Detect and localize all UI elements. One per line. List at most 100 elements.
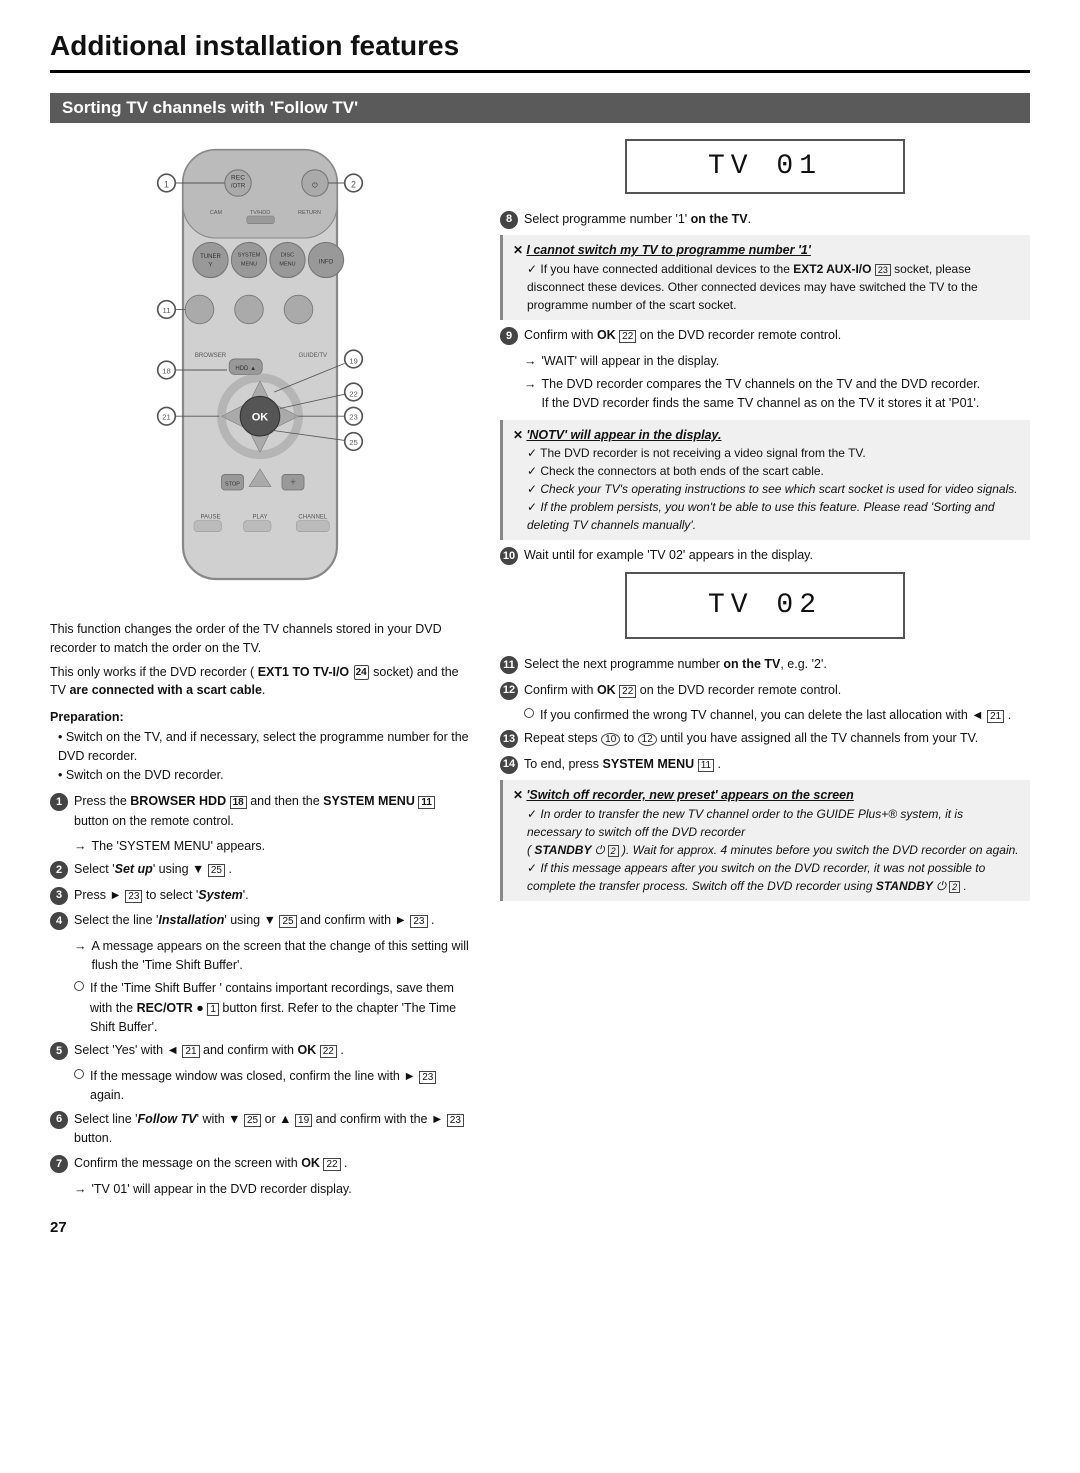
svg-text:STOP: STOP — [225, 481, 240, 487]
svg-text:DISC: DISC — [281, 253, 294, 259]
step-10: 10 Wait until for example 'TV 02' appear… — [500, 546, 1030, 565]
step-5: 5 Select 'Yes' with ◄ 21 and confirm wit… — [50, 1041, 470, 1060]
step-4: 4 Select the line 'Installation' using ▼… — [50, 911, 470, 930]
step-10-content: Wait until for example 'TV 02' appears i… — [524, 546, 1030, 565]
step-num-10: 10 — [500, 547, 518, 565]
step-num-6: 6 — [50, 1111, 68, 1129]
step-8-content: Select programme number '1' on the TV. — [524, 210, 1030, 229]
step-num-7: 7 — [50, 1155, 68, 1173]
svg-text:PLAY: PLAY — [252, 515, 267, 521]
prep-item-2: Switch on the DVD recorder. — [58, 766, 470, 785]
svg-text:2: 2 — [351, 179, 356, 189]
step-12-circle: If you confirmed the wrong TV channel, y… — [500, 706, 1030, 725]
svg-text:TV/HDD: TV/HDD — [250, 210, 271, 216]
svg-text:TUNER: TUNER — [200, 254, 221, 260]
step-5-content: Select 'Yes' with ◄ 21 and confirm with … — [74, 1041, 470, 1060]
step-7-content: Confirm the message on the screen with O… — [74, 1154, 470, 1173]
svg-text:OK: OK — [252, 412, 269, 424]
step-8: 8 Select programme number '1' on the TV. — [500, 210, 1030, 229]
step-11: 11 Select the next programme number on t… — [500, 655, 1030, 674]
step-num-9: 9 — [500, 327, 518, 345]
svg-text:SYSTEM: SYSTEM — [238, 253, 261, 259]
step-5-circle: If the message window was closed, confir… — [50, 1067, 470, 1106]
step-1-content: Press the BROWSER HDD 18 and then the SY… — [74, 792, 470, 831]
step-7: 7 Confirm the message on the screen with… — [50, 1154, 470, 1173]
svg-text:25: 25 — [349, 438, 358, 447]
svg-text:21: 21 — [162, 413, 171, 422]
svg-text:22: 22 — [349, 389, 358, 398]
step-num-8: 8 — [500, 211, 518, 229]
step-13: 13 Repeat steps 10 to 12 until you have … — [500, 729, 1030, 748]
display-tv02: TV 02 — [625, 572, 905, 639]
step-13-content: Repeat steps 10 to 12 until you have ass… — [524, 729, 1030, 748]
step-14: 14 To end, press SYSTEM MENU 11 . — [500, 755, 1030, 774]
step-8-note: ✕ I cannot switch my TV to programme num… — [500, 235, 1030, 320]
step-12: 12 Confirm with OK 22 on the DVD recorde… — [500, 681, 1030, 700]
remote-svg: REC /OTR ⏻ CAM TV/HDD RETURN TUNER Y SYS… — [150, 139, 370, 601]
svg-text:GUIDE/TV: GUIDE/TV — [299, 353, 328, 359]
step-12-content: Confirm with OK 22 on the DVD recorder r… — [524, 681, 1030, 700]
final-note: ✕ 'Switch off recorder, new preset' appe… — [500, 780, 1030, 901]
step-11-content: Select the next programme number on the … — [524, 655, 1030, 674]
step-num-2: 2 — [50, 861, 68, 879]
step-14-content: To end, press SYSTEM MENU 11 . — [524, 755, 1030, 774]
prep-heading: Preparation: — [50, 710, 470, 724]
step-num-1: 1 — [50, 793, 68, 811]
page-number: 27 — [50, 1219, 470, 1236]
left-steps: 1 Press the BROWSER HDD 18 and then the … — [50, 792, 470, 1199]
svg-text:Y: Y — [208, 262, 213, 269]
svg-text:23: 23 — [349, 413, 358, 422]
svg-text:CAM: CAM — [210, 210, 223, 216]
svg-text:+: + — [290, 478, 296, 489]
step-num-5: 5 — [50, 1042, 68, 1060]
right-steps: 8 Select programme number '1' on the TV.… — [500, 210, 1030, 901]
step-7-arrow: → 'TV 01' will appear in the DVD recorde… — [50, 1180, 470, 1199]
prep-item-1: Switch on the TV, and if necessary, sele… — [58, 728, 470, 766]
step-num-3: 3 — [50, 887, 68, 905]
remote-control-image: REC /OTR ⏻ CAM TV/HDD RETURN TUNER Y SYS… — [50, 139, 470, 604]
step-6: 6 Select line 'Follow TV' with ▼ 25 or ▲… — [50, 1110, 470, 1149]
step-4-arrow: → A message appears on the screen that t… — [50, 937, 470, 976]
step-1-arrow: → The 'SYSTEM MENU' appears. — [50, 837, 470, 856]
step-3-content: Press ► 23 to select 'System'. — [74, 886, 470, 905]
right-column: TV 01 8 Select programme number '1' on t… — [500, 139, 1030, 1236]
svg-text:1: 1 — [164, 179, 169, 189]
step-9-content: Confirm with OK 22 on the DVD recorder r… — [524, 326, 1030, 345]
svg-text:REC: REC — [231, 175, 245, 182]
step-1: 1 Press the BROWSER HDD 18 and then the … — [50, 792, 470, 831]
page-title: Additional installation features — [50, 30, 1030, 73]
svg-text:HDD ▲: HDD ▲ — [235, 366, 256, 372]
step-9: 9 Confirm with OK 22 on the DVD recorder… — [500, 326, 1030, 345]
svg-text:/OTR: /OTR — [231, 183, 246, 189]
step-3: 3 Press ► 23 to select 'System'. — [50, 886, 470, 905]
step-num-12: 12 — [500, 682, 518, 700]
step-2-content: Select 'Set up' using ▼ 25 . — [74, 860, 470, 879]
svg-text:PAUSE: PAUSE — [200, 515, 220, 521]
step-9-note: ✕ 'NOTV' will appear in the display. The… — [500, 420, 1030, 541]
step-num-14: 14 — [500, 756, 518, 774]
svg-text:18: 18 — [162, 366, 171, 375]
left-column: REC /OTR ⏻ CAM TV/HDD RETURN TUNER Y SYS… — [50, 139, 470, 1236]
svg-text:INFO: INFO — [319, 259, 334, 265]
step-9-arrow1: → 'WAIT' will appear in the display. — [500, 352, 1030, 371]
svg-text:⏻: ⏻ — [312, 181, 318, 189]
svg-text:11: 11 — [163, 306, 171, 315]
svg-text:CHANNEL: CHANNEL — [298, 515, 328, 521]
svg-text:RETURN: RETURN — [298, 210, 321, 216]
display-tv01: TV 01 — [625, 139, 905, 194]
step-num-13: 13 — [500, 730, 518, 748]
step-9-arrow2: → The DVD recorder compares the TV chann… — [500, 375, 1030, 414]
svg-text:MENU: MENU — [241, 262, 257, 268]
intro-paragraph: This function changes the order of the T… — [50, 620, 470, 700]
svg-text:19: 19 — [349, 356, 358, 365]
svg-text:MENU: MENU — [279, 262, 295, 268]
section-title: Sorting TV channels with 'Follow TV' — [50, 93, 1030, 123]
step-4-content: Select the line 'Installation' using ▼ 2… — [74, 911, 470, 930]
svg-text:BROWSER: BROWSER — [195, 353, 227, 359]
step-6-content: Select line 'Follow TV' with ▼ 25 or ▲ 1… — [74, 1110, 470, 1149]
step-4-circle: If the 'Time Shift Buffer ' contains imp… — [50, 979, 470, 1037]
step-2: 2 Select 'Set up' using ▼ 25 . — [50, 860, 470, 879]
step-num-4: 4 — [50, 912, 68, 930]
step-num-11: 11 — [500, 656, 518, 674]
prep-list: Switch on the TV, and if necessary, sele… — [50, 728, 470, 784]
